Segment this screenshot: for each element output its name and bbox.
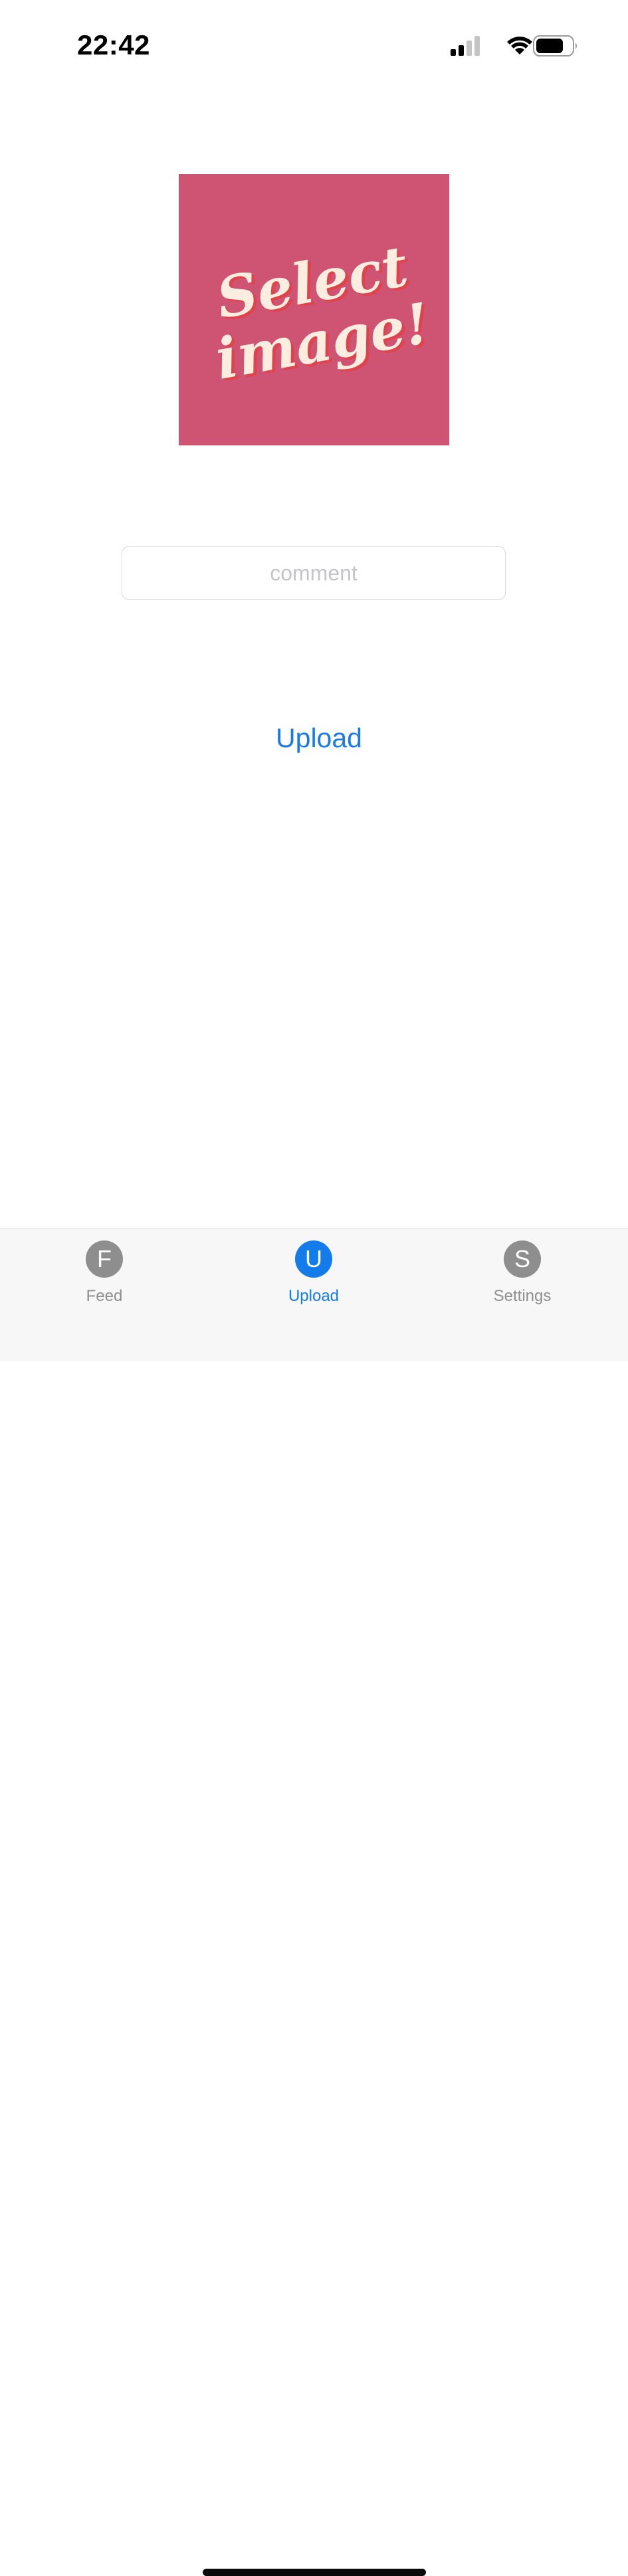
home-indicator (203, 2569, 426, 2576)
upload-button[interactable]: Upload (253, 718, 385, 758)
tab-upload-label: Upload (288, 1287, 340, 1305)
select-image-placeholder: Select Select image! image! (211, 233, 437, 394)
comment-input[interactable] (122, 546, 506, 600)
tab-feed-label: Feed (86, 1287, 123, 1305)
wifi-icon (507, 37, 532, 55)
battery-icon (533, 35, 577, 57)
tab-settings-label: Settings (493, 1287, 552, 1305)
status-time: 22:42 (77, 29, 150, 60)
select-image-button[interactable]: Select Select image! image! (179, 174, 449, 445)
feed-tab-icon: F (86, 1240, 123, 1278)
tab-bar: F Feed U Upload S Settings (0, 1228, 628, 2576)
upload-tab-icon: U (295, 1240, 332, 1278)
tab-settings[interactable]: S Settings (456, 1229, 589, 1315)
status-bar: 22:42 (0, 0, 628, 86)
tab-upload[interactable]: U Upload (247, 1229, 380, 1315)
status-icons (448, 33, 581, 60)
tab-feed[interactable]: F Feed (38, 1229, 171, 1315)
cellular-signal-icon (451, 36, 480, 56)
settings-tab-icon: S (504, 1240, 541, 1278)
